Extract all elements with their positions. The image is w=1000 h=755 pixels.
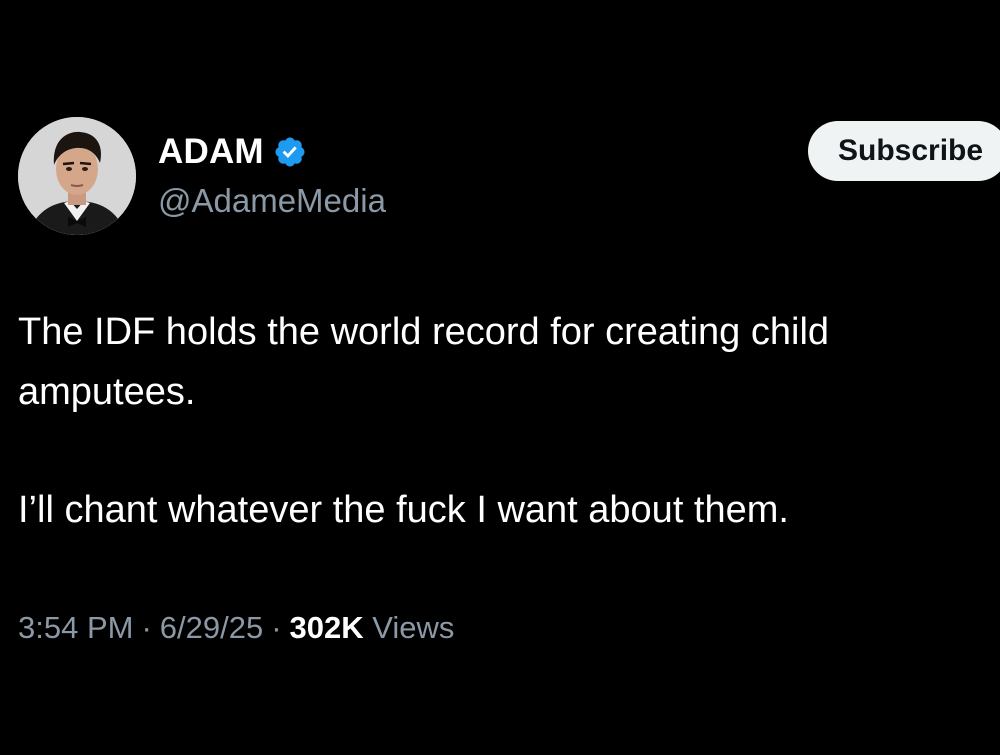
verified-badge-icon[interactable] — [273, 135, 307, 169]
tweet-text: The IDF holds the world record for creat… — [18, 302, 993, 540]
views-label: Views — [372, 610, 455, 645]
tweet-paragraph: I’ll chant whatever the fuck I want abou… — [18, 489, 789, 531]
meta-separator: · — [271, 610, 282, 645]
avatar[interactable] — [18, 117, 136, 235]
tweet-date[interactable]: 6/29/25 — [160, 610, 263, 645]
subscribe-button[interactable]: Subscribe — [808, 121, 1000, 181]
tweet-paragraph: The IDF holds the world record for creat… — [18, 311, 830, 413]
tweet-time[interactable]: 3:54 PM — [18, 610, 133, 645]
author-display-name[interactable]: ADAM — [158, 132, 264, 172]
tweet-meta: 3:54 PM · 6/29/25 · 302K Views — [18, 610, 454, 646]
profile-photo-icon — [18, 117, 136, 235]
views-count[interactable]: 302K — [290, 610, 364, 645]
author-handle[interactable]: @AdameMedia — [158, 182, 386, 220]
meta-separator: · — [141, 610, 152, 645]
tweet-card: ADAM @AdameMedia Subscribe The IDF holds… — [0, 0, 1000, 755]
author-name-row: ADAM — [158, 130, 307, 174]
